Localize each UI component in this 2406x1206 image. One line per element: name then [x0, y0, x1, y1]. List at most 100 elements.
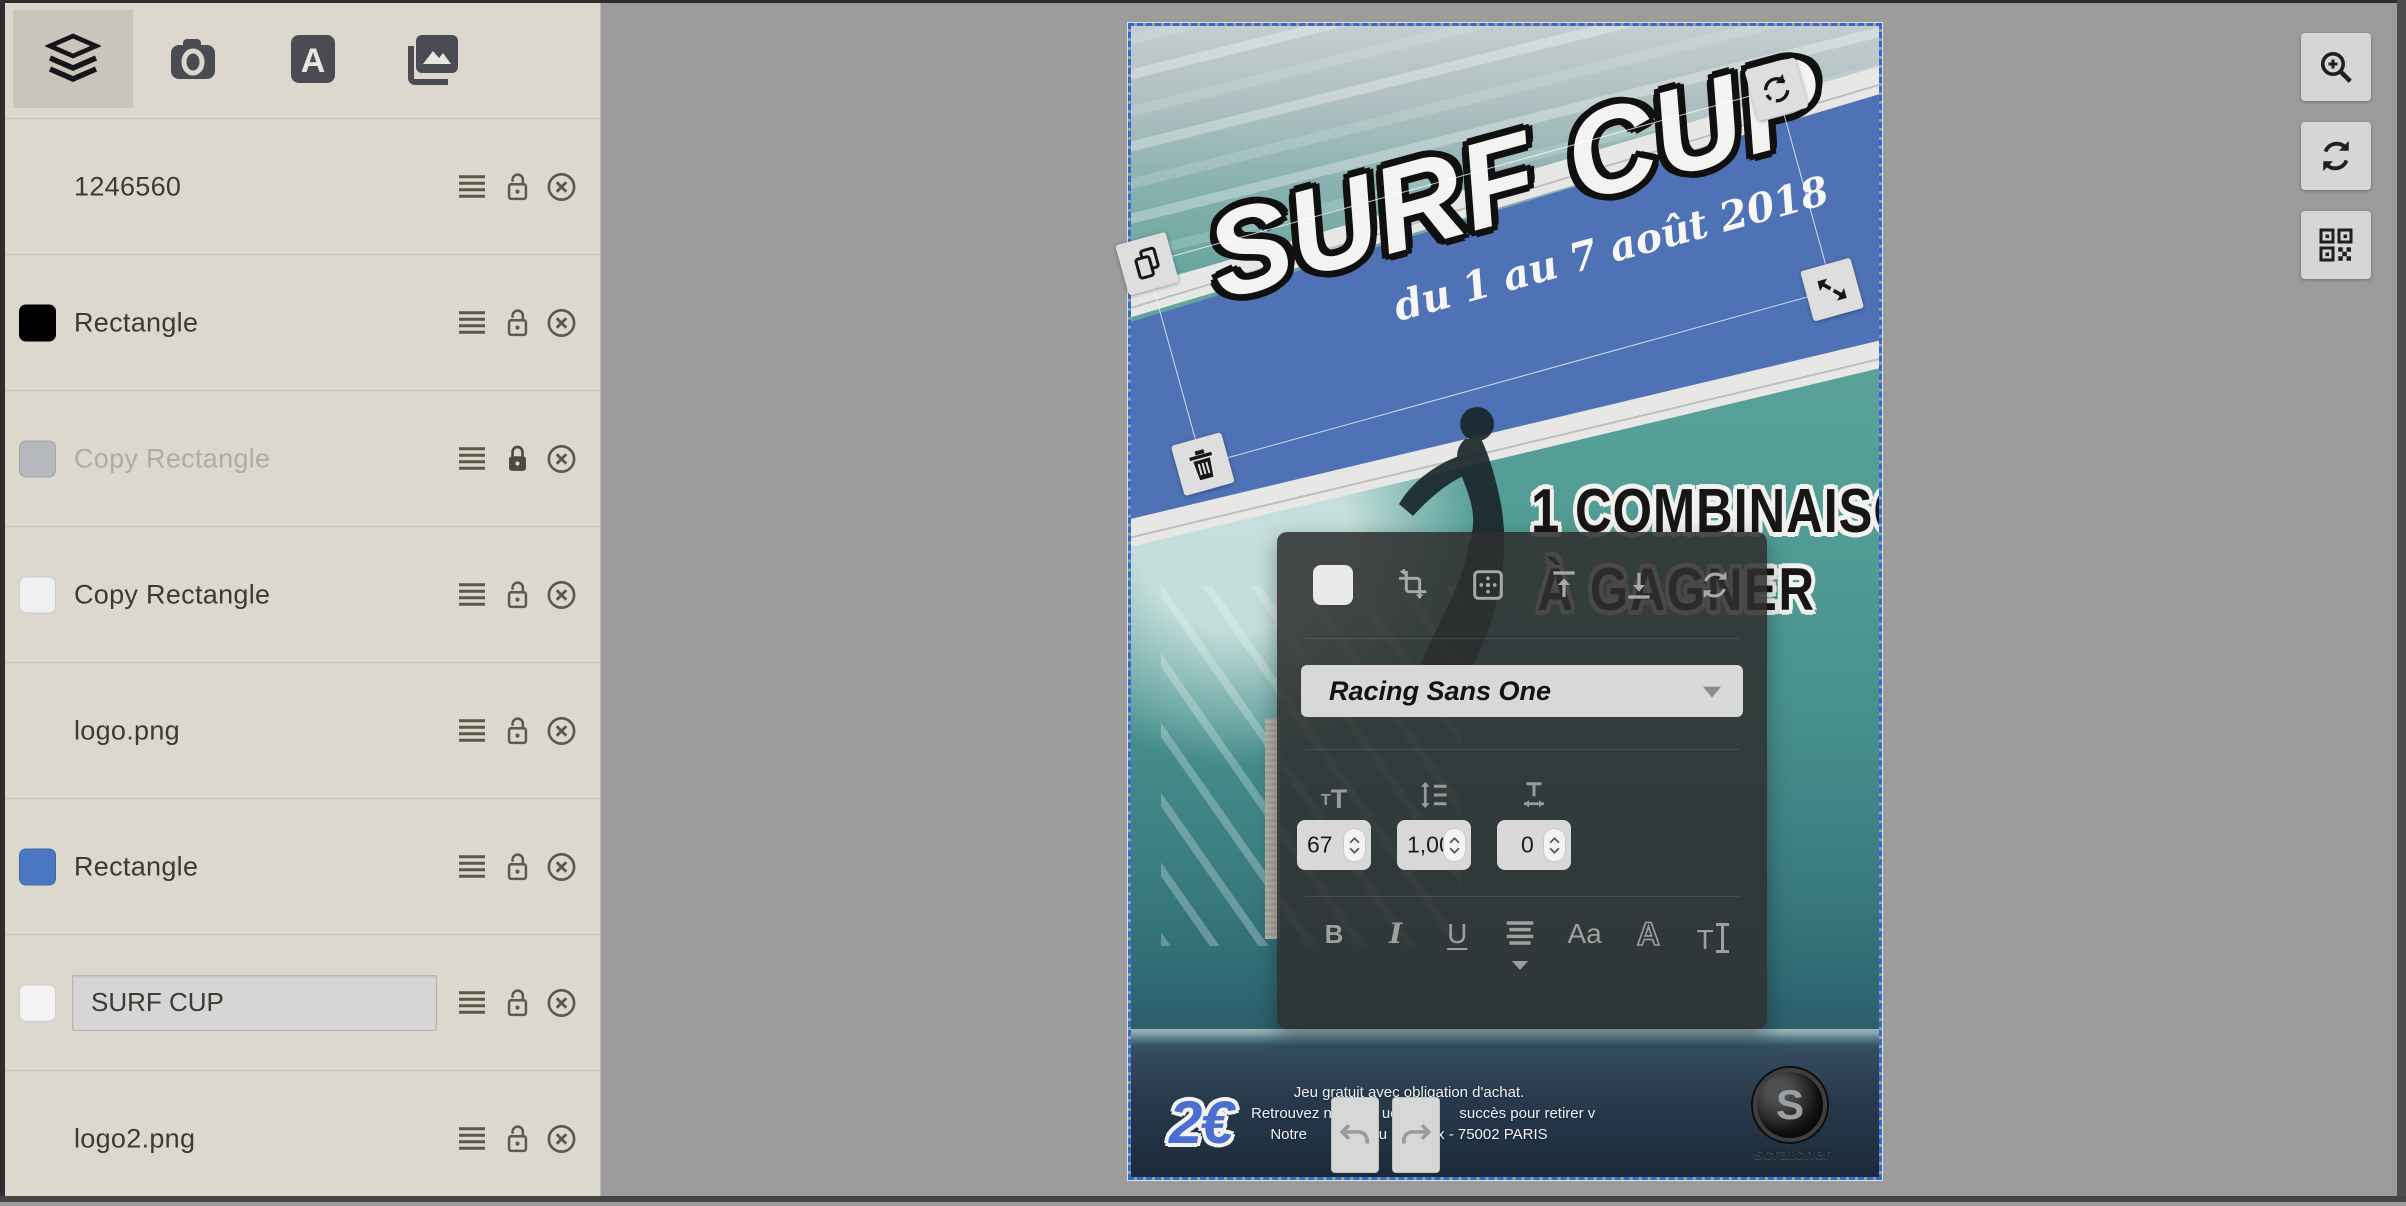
align-top-icon[interactable] [1548, 569, 1580, 601]
menu-icon[interactable] [455, 582, 489, 608]
layer-name: Copy Rectangle [74, 579, 270, 610]
layer-name: Rectangle [74, 851, 198, 882]
qr-code-button[interactable] [2301, 211, 2371, 279]
layer-row[interactable]: Rectangle [0, 798, 600, 934]
crop-icon[interactable] [1397, 569, 1429, 601]
layer-name: Rectangle [74, 307, 198, 338]
lock-closed-icon[interactable] [504, 444, 531, 474]
layer-color-swatch[interactable] [19, 576, 56, 613]
underline-button[interactable]: U [1442, 919, 1472, 949]
tab-layers[interactable] [13, 10, 133, 108]
letter-spacing-value: 0 [1521, 832, 1534, 859]
layer-color-swatch[interactable] [19, 304, 56, 341]
delete-icon[interactable] [546, 307, 577, 338]
layer-row[interactable]: Rectangle [0, 254, 600, 390]
resize-arrows-icon [1814, 271, 1851, 308]
layer-name: Copy Rectangle [74, 443, 270, 474]
layer-row[interactable]: logo.png [0, 662, 600, 798]
tab-text[interactable]: A [253, 10, 373, 108]
position-grid-icon[interactable] [1472, 569, 1504, 601]
layer-row[interactable]: logo2.png [0, 1070, 600, 1206]
layer-row-locked[interactable]: Copy Rectangle [0, 390, 600, 526]
zoom-in-button[interactable] [2301, 33, 2371, 101]
magnifier-plus-icon [2318, 49, 2354, 85]
tab-images[interactable] [373, 10, 493, 108]
lock-open-icon[interactable] [504, 852, 531, 882]
delete-icon[interactable] [546, 171, 577, 202]
window-edge-right [2397, 0, 2406, 1202]
line-height-stepper: 1,00 [1397, 774, 1471, 870]
layer-row[interactable]: 1246560 [0, 118, 600, 254]
font-family-dropdown[interactable]: Racing Sans One [1301, 665, 1743, 717]
text-format-row: B I U Aa A T [1277, 897, 1767, 955]
align-bottom-icon[interactable] [1623, 569, 1655, 601]
tab-camera[interactable] [133, 10, 253, 108]
delete-icon[interactable] [546, 987, 577, 1018]
redo-button[interactable] [1392, 1097, 1440, 1173]
svg-text:A: A [301, 42, 326, 80]
menu-icon[interactable] [455, 446, 489, 472]
delete-icon[interactable] [546, 1123, 577, 1154]
letter-spacing-icon [1497, 774, 1571, 810]
sync-icon [2318, 138, 2354, 174]
text-case-button[interactable]: Aa [1568, 919, 1602, 949]
line-height-field[interactable]: 1,00 [1397, 820, 1471, 870]
text-insert-button[interactable]: T [1695, 919, 1725, 955]
lock-open-icon[interactable] [504, 1124, 531, 1154]
undo-button[interactable] [1331, 1097, 1379, 1173]
type-metrics-row: TT 67 1,00 [1277, 750, 1767, 870]
text-cursor-icon [1721, 923, 1724, 953]
window-edge-top [0, 0, 2406, 3]
lock-open-icon[interactable] [504, 172, 531, 202]
layer-color-swatch[interactable] [19, 440, 56, 477]
layers-icon [45, 33, 101, 85]
delete-icon[interactable] [546, 851, 577, 882]
lock-open-icon[interactable] [504, 716, 531, 746]
letter-spacing-field[interactable]: 0 [1497, 820, 1571, 870]
font-size-stepper: TT 67 [1297, 774, 1371, 870]
panel-toolbar [1277, 532, 1767, 638]
letter-spacing-stepper: 0 [1497, 774, 1571, 870]
font-size-icon: TT [1297, 774, 1371, 810]
layer-name-input[interactable] [72, 975, 437, 1031]
line-height-spin-buttons[interactable] [1443, 828, 1466, 862]
layer-name: 1246560 [74, 171, 181, 202]
delete-icon[interactable] [546, 715, 577, 746]
font-size-spin-buttons[interactable] [1343, 828, 1366, 862]
menu-icon[interactable] [455, 1126, 489, 1152]
lock-open-icon[interactable] [504, 308, 531, 338]
delete-icon[interactable] [546, 579, 577, 610]
rotate-icon [1756, 68, 1798, 110]
layer-color-swatch[interactable] [19, 984, 56, 1021]
layer-row-text[interactable] [0, 934, 600, 1070]
undo-icon [1338, 1120, 1372, 1150]
align-lines-icon [1504, 919, 1536, 947]
sidebar-tab-bar: A [0, 0, 600, 118]
fill-color-swatch[interactable] [1313, 565, 1353, 605]
price-label[interactable]: 2€ [1169, 1088, 1232, 1157]
layer-row[interactable]: Copy Rectangle [0, 526, 600, 662]
bold-button[interactable]: B [1319, 919, 1349, 949]
redo-icon [1399, 1120, 1433, 1150]
menu-icon[interactable] [455, 854, 489, 880]
lock-open-icon[interactable] [504, 580, 531, 610]
letter-spacing-spin-buttons[interactable] [1543, 828, 1566, 862]
menu-icon[interactable] [455, 174, 489, 200]
menu-icon[interactable] [455, 718, 489, 744]
layer-color-swatch[interactable] [19, 848, 56, 885]
text-outline-button[interactable]: A [1633, 919, 1663, 949]
text-properties-panel: Racing Sans One TT 67 [1277, 532, 1767, 1029]
menu-icon[interactable] [455, 990, 489, 1016]
scratcher-logo-label: scratcher [1753, 1144, 1831, 1164]
image-icon [404, 30, 462, 88]
refresh-canvas-button[interactable] [2301, 122, 2371, 190]
text-align-button[interactable] [1504, 919, 1536, 953]
lock-open-icon[interactable] [504, 988, 531, 1018]
menu-icon[interactable] [455, 310, 489, 336]
font-size-field[interactable]: 67 [1297, 820, 1371, 870]
line-height-icon [1397, 774, 1471, 810]
delete-icon[interactable] [546, 443, 577, 474]
italic-button[interactable]: I [1381, 919, 1411, 949]
layers-sidebar: A 1246560 Rectangle Copy Rect [0, 0, 601, 1202]
refresh-icon[interactable] [1699, 569, 1731, 601]
